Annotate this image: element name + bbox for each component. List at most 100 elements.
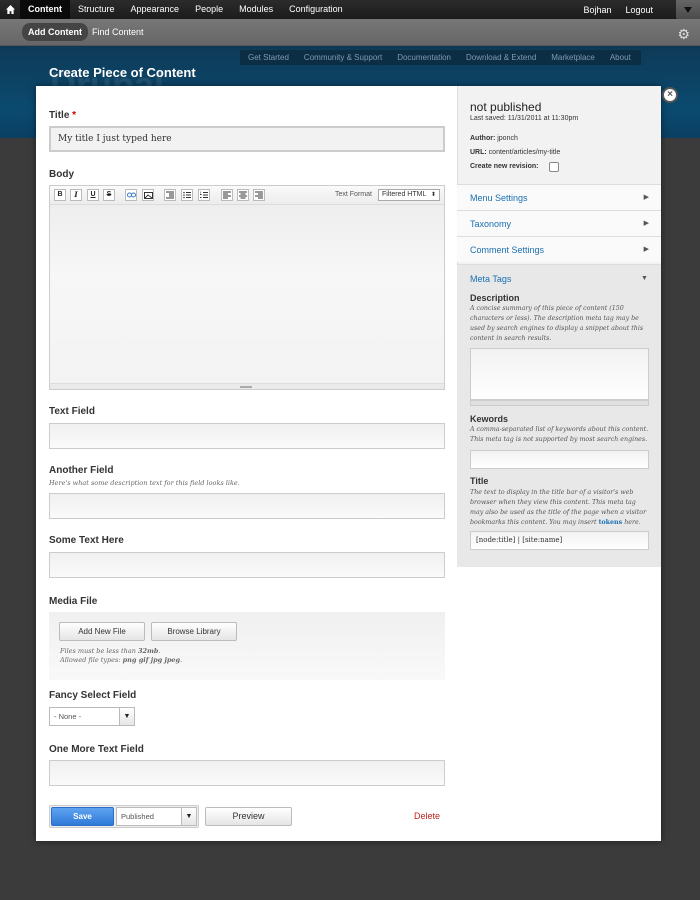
link-get-started[interactable]: Get Started [248, 53, 289, 62]
description-resize-grip[interactable] [470, 400, 649, 406]
menu-configuration[interactable]: Configuration [281, 0, 351, 19]
description-textarea[interactable] [470, 348, 649, 400]
one-more-text-label: One More Text Field [49, 744, 144, 755]
admin-toolbar: Content Structure Appearance People Modu… [0, 0, 700, 20]
fancy-select-label: Fancy Select Field [49, 690, 137, 701]
updown-arrows-icon: ⬍ [430, 192, 436, 198]
align-right-icon[interactable] [253, 189, 265, 201]
description-help: A concise summary of this piece of conte… [470, 305, 644, 342]
admin-menu: Content Structure Appearance People Modu… [0, 0, 351, 19]
menu-appearance[interactable]: Appearance [123, 0, 188, 19]
underline-button[interactable]: U [87, 189, 99, 201]
secondary-links: Get Started Community & Support Document… [240, 50, 641, 65]
text-field-input[interactable] [49, 423, 445, 449]
publish-status-select[interactable]: Published ▼ [116, 807, 197, 826]
another-field-label: Another Field [49, 465, 114, 476]
body-editor: B I U S Text Format Filtered HTML ⬍ [49, 185, 445, 390]
shortcut-add-content[interactable]: Add Content [22, 23, 88, 41]
fancy-select-value: - None - [54, 712, 82, 721]
file-types-note: Allowed file types: png gif jpg jpeg. [60, 656, 183, 664]
bullet-list-icon[interactable] [181, 189, 193, 201]
taxonomy-label: Taxonomy [470, 219, 512, 229]
some-text-label: Some Text Here [49, 535, 124, 546]
one-more-text-input[interactable] [49, 760, 445, 786]
logout-link[interactable]: Logout [618, 5, 660, 15]
description-label: Description [470, 293, 520, 303]
link-about[interactable]: About [610, 53, 631, 62]
chevron-right-icon: ▶ [643, 220, 649, 227]
meta-title-input[interactable]: [node:title] | [site:name] [470, 531, 649, 550]
meta-title-label: Title [470, 476, 489, 486]
bold-button[interactable]: B [54, 189, 66, 201]
user-name-link[interactable]: Bojhan [576, 5, 618, 15]
save-button[interactable]: Save [51, 807, 114, 826]
editor-toolbar: B I U S Text Format Filtered HTML ⬍ [50, 186, 444, 205]
add-new-file-button[interactable]: Add New File [59, 622, 145, 641]
link-community-support[interactable]: Community & Support [304, 53, 382, 62]
meta-title-help: The text to display in the title bar of … [470, 489, 647, 526]
menu-people[interactable]: People [187, 0, 231, 19]
chevron-down-icon: ▼ [181, 808, 196, 825]
title-label: Title * [49, 110, 77, 121]
text-format-label: Text Format [335, 191, 372, 198]
chevron-right-icon: ▶ [643, 246, 649, 253]
new-revision-checkbox[interactable] [549, 162, 559, 172]
last-saved: Last saved: 11/31/2011 at 11:30pm [470, 115, 579, 122]
keywords-help: A comma-separated list of keywords about… [470, 426, 649, 443]
shortcuts-toggle-button[interactable] [676, 0, 700, 20]
close-icon[interactable]: × [662, 87, 678, 103]
fancy-select[interactable]: - None - ▼ [49, 707, 135, 726]
menu-content[interactable]: Content [20, 0, 70, 19]
menu-structure[interactable]: Structure [70, 0, 123, 19]
some-text-input[interactable] [49, 552, 445, 578]
page-title: Create Piece of Content [49, 65, 196, 80]
title-input[interactable]: My title I just typed here [49, 126, 445, 152]
chevron-down-icon: ▼ [119, 708, 134, 725]
text-format-select[interactable]: Filtered HTML ⬍ [378, 189, 440, 201]
image-icon[interactable] [142, 189, 154, 201]
link-documentation[interactable]: Documentation [397, 53, 451, 62]
resize-grip[interactable] [50, 383, 444, 389]
grip-handle-icon [240, 386, 252, 388]
revision-label: Create new revision: [470, 163, 539, 170]
strikethrough-button[interactable]: S [103, 189, 115, 201]
chevron-down-icon[interactable]: ▼ [641, 275, 648, 282]
body-label: Body [49, 169, 74, 180]
author-info: Author: jponch [470, 135, 518, 142]
url-info: URL: content/articles/my-title [470, 149, 561, 156]
menu-settings-section[interactable]: Menu Settings ▶ [457, 184, 661, 210]
shortcut-find-content[interactable]: Find Content [86, 23, 150, 41]
another-field-input[interactable] [49, 493, 445, 519]
media-file-label: Media File [49, 596, 98, 607]
link-icon[interactable] [125, 189, 137, 201]
meta-tags-header[interactable]: Meta Tags [470, 274, 511, 284]
editor-textarea[interactable] [50, 205, 444, 383]
text-field-label: Text Field [49, 406, 95, 417]
another-field-description: Here's what some description text for th… [49, 479, 240, 487]
required-marker: * [72, 110, 77, 121]
keywords-input[interactable] [470, 450, 649, 469]
menu-modules[interactable]: Modules [231, 0, 281, 19]
preview-button[interactable]: Preview [205, 807, 292, 826]
file-size-note: Files must be less than 32mb. [60, 647, 161, 655]
tokens-link[interactable]: tokens [599, 519, 623, 526]
link-download-extend[interactable]: Download & Extend [466, 53, 536, 62]
menu-settings-label: Menu Settings [470, 193, 528, 203]
home-icon[interactable] [0, 0, 20, 19]
delete-link[interactable]: Delete [414, 811, 440, 821]
browse-library-button[interactable]: Browse Library [151, 622, 237, 641]
publish-status: not published [470, 100, 542, 114]
gear-icon[interactable]: ⚙ [677, 27, 690, 41]
text-format-value: Filtered HTML [382, 191, 427, 198]
publish-status-value: Published [121, 812, 154, 821]
align-left-icon[interactable] [221, 189, 233, 201]
user-links: Bojhan Logout [576, 0, 660, 19]
taxonomy-section[interactable]: Taxonomy ▶ [457, 210, 661, 236]
align-center-icon[interactable] [237, 189, 249, 201]
chevron-down-icon [684, 7, 692, 13]
comment-settings-section[interactable]: Comment Settings ▶ [457, 236, 661, 262]
blockquote-icon[interactable] [164, 189, 176, 201]
link-marketplace[interactable]: Marketplace [551, 53, 595, 62]
italic-button[interactable]: I [70, 189, 82, 201]
numbered-list-icon[interactable] [198, 189, 210, 201]
